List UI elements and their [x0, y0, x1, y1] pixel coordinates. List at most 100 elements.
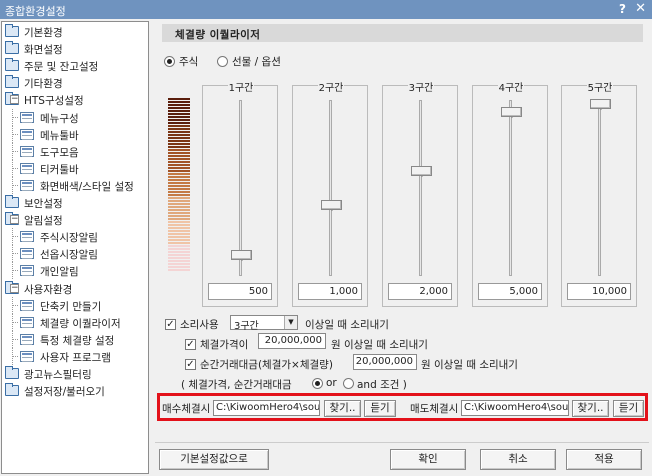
tree-item[interactable]: 단축키 만들기	[2, 296, 148, 314]
color-band	[168, 137, 190, 139]
tree-connector	[12, 150, 18, 152]
condition-or-radio[interactable]	[312, 378, 323, 389]
color-band	[168, 182, 190, 184]
tree-item[interactable]: 기타환경	[2, 74, 148, 91]
price-input[interactable]: 20,000,000	[258, 333, 326, 349]
tree-item[interactable]: 개인알림	[2, 262, 148, 280]
tree-item[interactable]: 광고뉴스필터링	[2, 365, 148, 382]
equalizer-color-bar	[168, 98, 190, 271]
condition-prefix: ( 체결가격, 순간거래대금	[181, 379, 292, 391]
tree-item[interactable]: 특정 체결량 설정	[2, 330, 148, 348]
sound-use-checkbox[interactable]: ✓	[165, 319, 176, 330]
collapse-icon[interactable]: −	[10, 215, 19, 225]
color-band	[168, 248, 190, 250]
tree-item[interactable]: 선옵시장알림	[2, 245, 148, 263]
condition-or-label: or	[326, 377, 337, 389]
slider-value-input[interactable]: 1,000	[298, 283, 362, 300]
document-icon	[20, 299, 34, 311]
slider-value-input[interactable]: 2,000	[388, 283, 452, 300]
sell-sound-path[interactable]: C:\KiwoomHero4\sound\sell.wav	[461, 400, 569, 416]
slider-thumb[interactable]	[411, 166, 432, 178]
amount-checkbox[interactable]: ✓	[185, 359, 196, 370]
color-band	[168, 200, 190, 202]
collapse-icon[interactable]: −	[10, 95, 19, 105]
tree-item[interactable]: 화면설정	[2, 40, 148, 57]
color-band	[168, 242, 190, 244]
condition-and-radio[interactable]	[343, 378, 354, 389]
cancel-button[interactable]: 취소	[480, 449, 556, 470]
tree-item-label: 체결량 이퀄라이저	[40, 317, 121, 330]
tree-item-label: 설정저장/불러오기	[24, 386, 105, 399]
slider-value-input[interactable]: 10,000	[567, 283, 631, 300]
close-icon[interactable]: ✕	[635, 1, 646, 16]
color-band	[168, 185, 190, 187]
color-band	[168, 101, 190, 103]
apply-button[interactable]: 적용	[566, 449, 642, 470]
tree-item[interactable]: 설정저장/불러오기	[2, 382, 148, 399]
slider-track[interactable]	[419, 100, 422, 276]
slider-caption: 1구간	[203, 79, 279, 94]
market-stock-radio[interactable]	[164, 56, 175, 67]
tree-item[interactable]: 기본환경	[2, 23, 148, 40]
slider-thumb[interactable]	[231, 250, 252, 262]
color-band	[168, 146, 190, 148]
buy-sound-path[interactable]: C:\KiwoomHero4\sound\buy.wav	[213, 400, 320, 416]
slider-thumb[interactable]	[590, 99, 611, 110]
tree-item[interactable]: 주문 및 잔고설정	[2, 57, 148, 74]
slider-track[interactable]	[598, 100, 601, 276]
sound-file-bar: 매수체결시 C:\KiwoomHero4\sound\buy.wav 찾기.. …	[157, 393, 648, 421]
tree-connector	[12, 116, 18, 118]
folder-icon	[5, 383, 19, 397]
ok-button[interactable]: 확인	[390, 449, 466, 470]
tree-connector	[12, 321, 18, 323]
tree-item[interactable]: 메뉴구성	[2, 108, 148, 126]
color-band	[168, 206, 190, 208]
market-futures-radio[interactable]	[217, 56, 228, 67]
slider-group: 4구간 5,000	[472, 83, 548, 307]
color-band	[168, 98, 190, 100]
slider-thumb[interactable]	[501, 107, 522, 119]
color-band	[168, 236, 190, 238]
tree-item-label: 기본환경	[24, 27, 63, 39]
slider-value-input[interactable]: 5,000	[478, 283, 542, 300]
color-band	[168, 224, 190, 226]
tree-item[interactable]: 티커툴바	[2, 159, 148, 177]
buy-find-button[interactable]: 찾기..	[324, 400, 361, 417]
collapse-icon[interactable]: −	[10, 283, 19, 293]
slider-track[interactable]	[509, 100, 512, 276]
amount-label: 순간거래대금(체결가×체결량)	[200, 359, 333, 371]
slider-caption: 4구간	[473, 79, 549, 94]
tree-connector	[12, 338, 18, 340]
sell-listen-button[interactable]: 듣기	[613, 400, 644, 417]
slider-track[interactable]	[329, 100, 332, 276]
amount-input[interactable]: 20,000,000	[353, 354, 417, 370]
tree-item[interactable]: 주식시장알림	[2, 228, 148, 246]
title-bar: 종합환경설정 ? ✕	[0, 0, 652, 19]
tree-item[interactable]: 도구모음	[2, 142, 148, 160]
sell-find-button[interactable]: 찾기..	[572, 400, 609, 417]
reset-defaults-button[interactable]: 기본설정값으로	[159, 449, 269, 470]
price-checkbox[interactable]: ✓	[185, 339, 196, 350]
tree-item[interactable]: 사용자 프로그램	[2, 347, 148, 365]
document-icon	[20, 145, 34, 157]
tree-item[interactable]: 보안설정	[2, 194, 148, 211]
tree-item[interactable]: − 사용자환경	[2, 280, 148, 297]
color-band	[168, 269, 190, 271]
sound-range-select[interactable]: 3구간 ▼	[230, 315, 298, 332]
tree-item[interactable]: 체결량 이퀄라이저	[2, 313, 148, 331]
tree-item[interactable]: 화면배색/스타일 설정	[2, 176, 148, 194]
sound-range-suffix: 이상일 때 소리내기	[305, 319, 389, 331]
tree-item[interactable]: − 알림설정	[2, 211, 148, 228]
buy-listen-button[interactable]: 듣기	[364, 400, 396, 417]
color-band	[168, 116, 190, 118]
color-band	[168, 191, 190, 193]
slider-group: 2구간 1,000	[292, 83, 368, 307]
tree-item[interactable]: − HTS구성설정	[2, 91, 148, 108]
color-band	[168, 197, 190, 199]
tree-item-label: 기타환경	[24, 78, 63, 91]
tree-item[interactable]: 메뉴툴바	[2, 125, 148, 143]
color-band	[168, 194, 190, 196]
help-icon[interactable]: ?	[619, 2, 626, 16]
slider-value-input[interactable]: 500	[208, 283, 272, 300]
slider-thumb[interactable]	[321, 199, 342, 211]
